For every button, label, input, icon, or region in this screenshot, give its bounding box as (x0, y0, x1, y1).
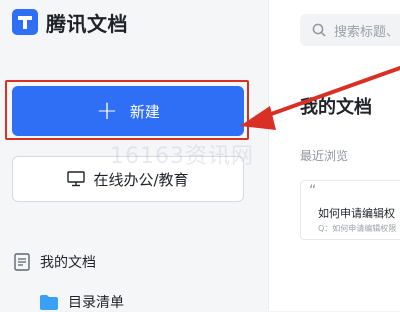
annotation-arrow-icon (240, 66, 400, 130)
monitor-icon (67, 171, 86, 187)
sidebar-item-directory[interactable]: 目录清单 (40, 292, 124, 312)
new-button-label: 新建 (129, 102, 160, 121)
card-snippet: Q：如何申请编辑权限 (318, 224, 397, 233)
folder-icon (40, 294, 58, 310)
new-button[interactable]: + 新建 (12, 86, 244, 136)
watermark: 16163资讯网 (110, 144, 254, 169)
search-input[interactable]: 搜索标题、 (300, 14, 400, 46)
quote-icon: “ (309, 183, 317, 199)
plus-icon: + (96, 96, 118, 126)
card-title: 如何申请编辑权 (318, 207, 395, 220)
online-office-label: 在线办公/教育 (93, 170, 189, 189)
search-icon (312, 23, 326, 37)
recent-doc-card[interactable]: “ 如何申请编辑权 Q：如何申请编辑权限 (300, 180, 400, 240)
sidebar-item-my-docs[interactable]: 我的文档 (14, 252, 96, 272)
sidebar-item-label: 我的文档 (40, 255, 96, 271)
recent-label[interactable]: 最近浏览 (300, 147, 348, 164)
app-logo[interactable]: 腾讯文档 (12, 8, 128, 36)
search-placeholder: 搜索标题、 (334, 24, 400, 40)
app-name: 腾讯文档 (46, 11, 128, 36)
tencent-docs-logo-icon (12, 9, 38, 35)
document-icon (14, 253, 30, 271)
sidebar-item-label: 目录清单 (68, 295, 124, 311)
